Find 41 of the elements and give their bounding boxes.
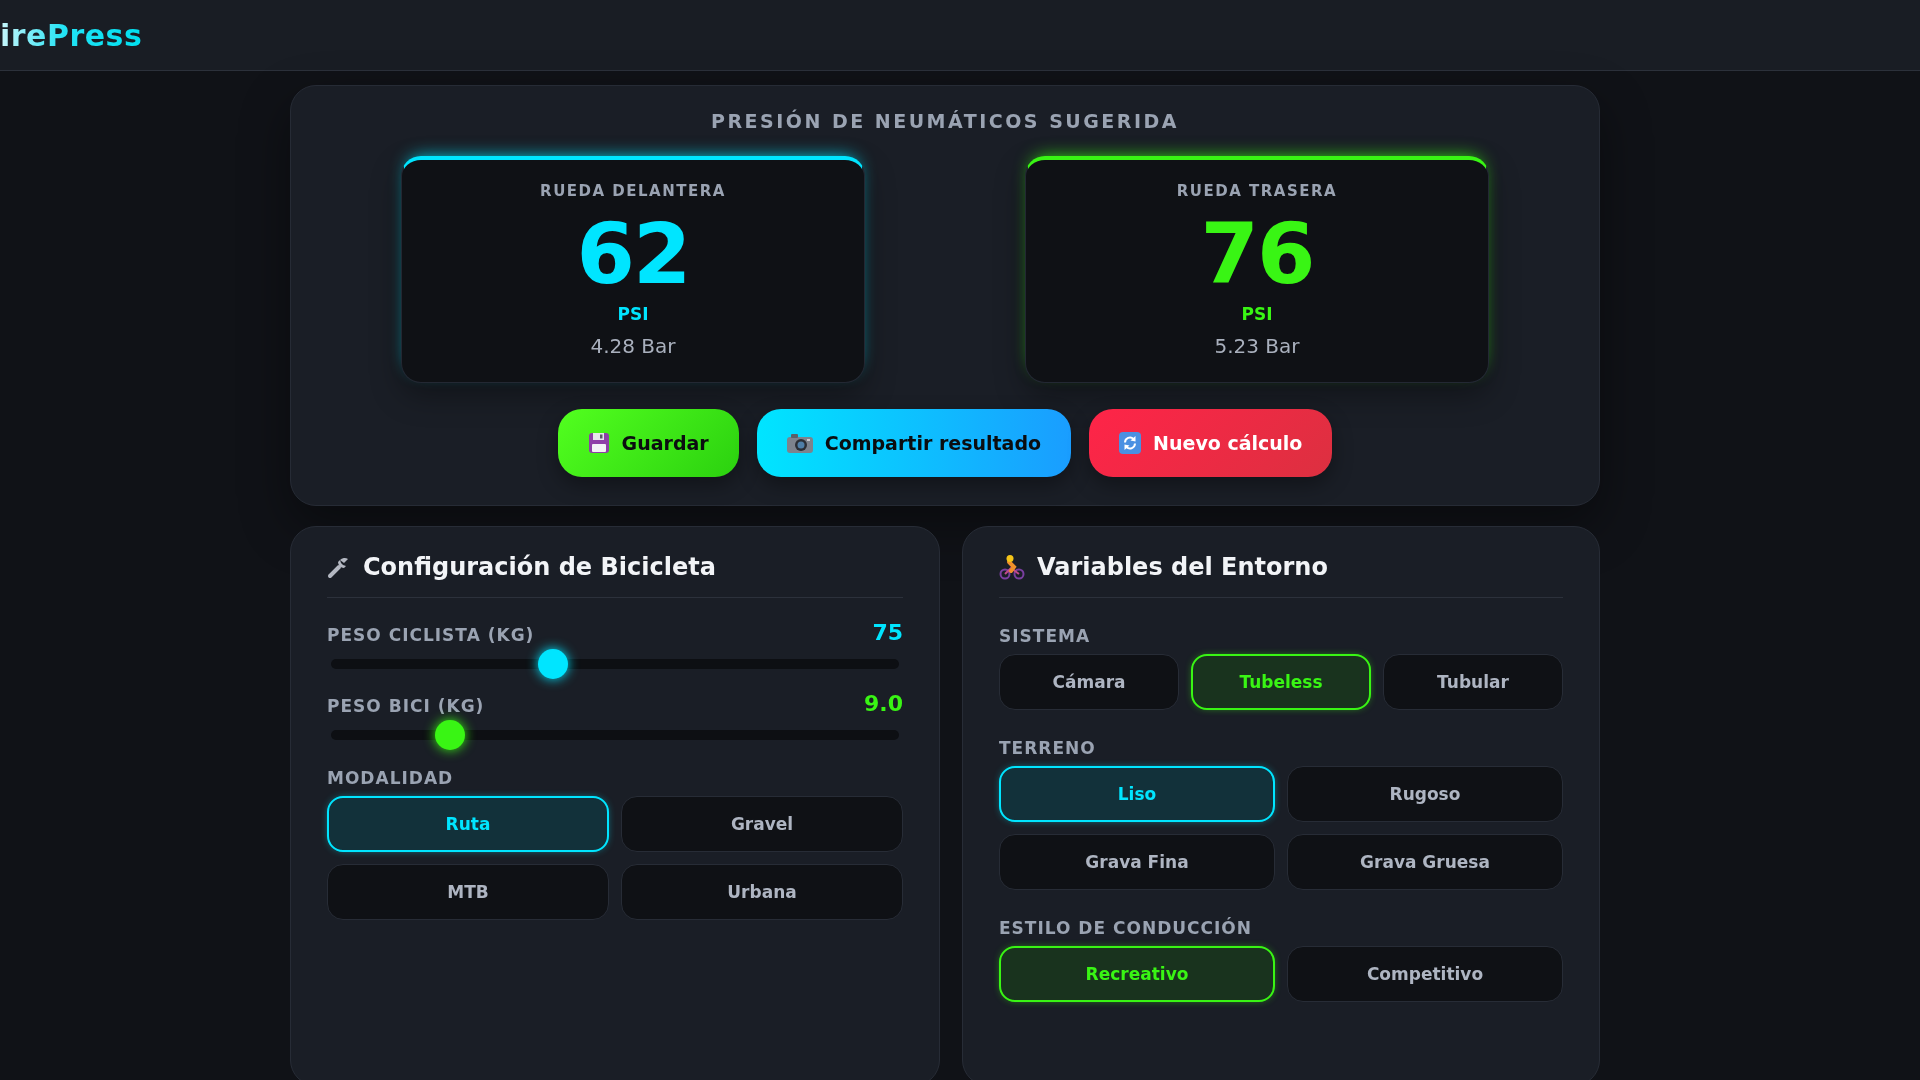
wrench-icon: [327, 555, 351, 579]
camera-icon: [786, 433, 813, 453]
slider-thumb[interactable]: [435, 720, 466, 750]
option-button[interactable]: Urbana: [621, 864, 903, 920]
option-button[interactable]: Liso: [999, 766, 1275, 822]
option-button[interactable]: MTB: [327, 864, 609, 920]
pressure-value: 62: [576, 212, 690, 296]
group-label: MODALIDAD: [327, 768, 455, 788]
option-button[interactable]: Tubular: [1383, 654, 1563, 710]
panel-title: Variables del Entorno: [1037, 553, 1328, 581]
card-label: RUEDA DELANTERA: [540, 182, 726, 200]
unit-label: PSI: [1241, 304, 1273, 324]
section-title: PRESIÓN DE NEUMÁTICOS SUGERIDA: [710, 110, 1180, 132]
refresh-icon: [1119, 432, 1142, 454]
cyclist-icon: [999, 554, 1025, 580]
group-label: TERRENO: [999, 738, 1097, 758]
option-button[interactable]: Tubeless: [1191, 654, 1371, 710]
share-button[interactable]: Compartir resultado: [756, 409, 1072, 477]
option-button[interactable]: Cámara: [999, 654, 1179, 710]
bar-reading: 5.23 Bar: [1214, 334, 1300, 358]
unit-label: PSI: [617, 304, 649, 324]
slider-value: 75: [872, 620, 903, 645]
card-label: RUEDA TRASERA: [1176, 182, 1338, 200]
slider-label: PESO CICLISTA (KG): [327, 625, 535, 645]
option-button[interactable]: Ruta: [327, 796, 609, 852]
slider-label: PESO BICI (KG): [327, 696, 485, 716]
bar-reading: 4.28 Bar: [590, 334, 676, 358]
slider-thumb[interactable]: [537, 649, 568, 679]
option-button[interactable]: Recreativo: [999, 946, 1275, 1002]
option-button[interactable]: Grava Gruesa: [1287, 834, 1563, 890]
reset-button[interactable]: Nuevo cálculo: [1089, 409, 1333, 477]
option-button[interactable]: Rugoso: [1287, 766, 1563, 822]
panel-title: Configuración de Bicicleta: [363, 553, 716, 581]
group-label: SISTEMA: [999, 626, 1092, 646]
group-label: ESTILO DE CONDUCCIÓN: [999, 918, 1254, 938]
option-button[interactable]: Grava Fina: [999, 834, 1275, 890]
slider-value: 9.0: [864, 691, 903, 716]
option-button[interactable]: Competitivo: [1287, 946, 1563, 1002]
option-button[interactable]: Gravel: [621, 796, 903, 852]
save-button[interactable]: Guardar: [557, 409, 739, 477]
pressure-value: 76: [1200, 212, 1314, 296]
